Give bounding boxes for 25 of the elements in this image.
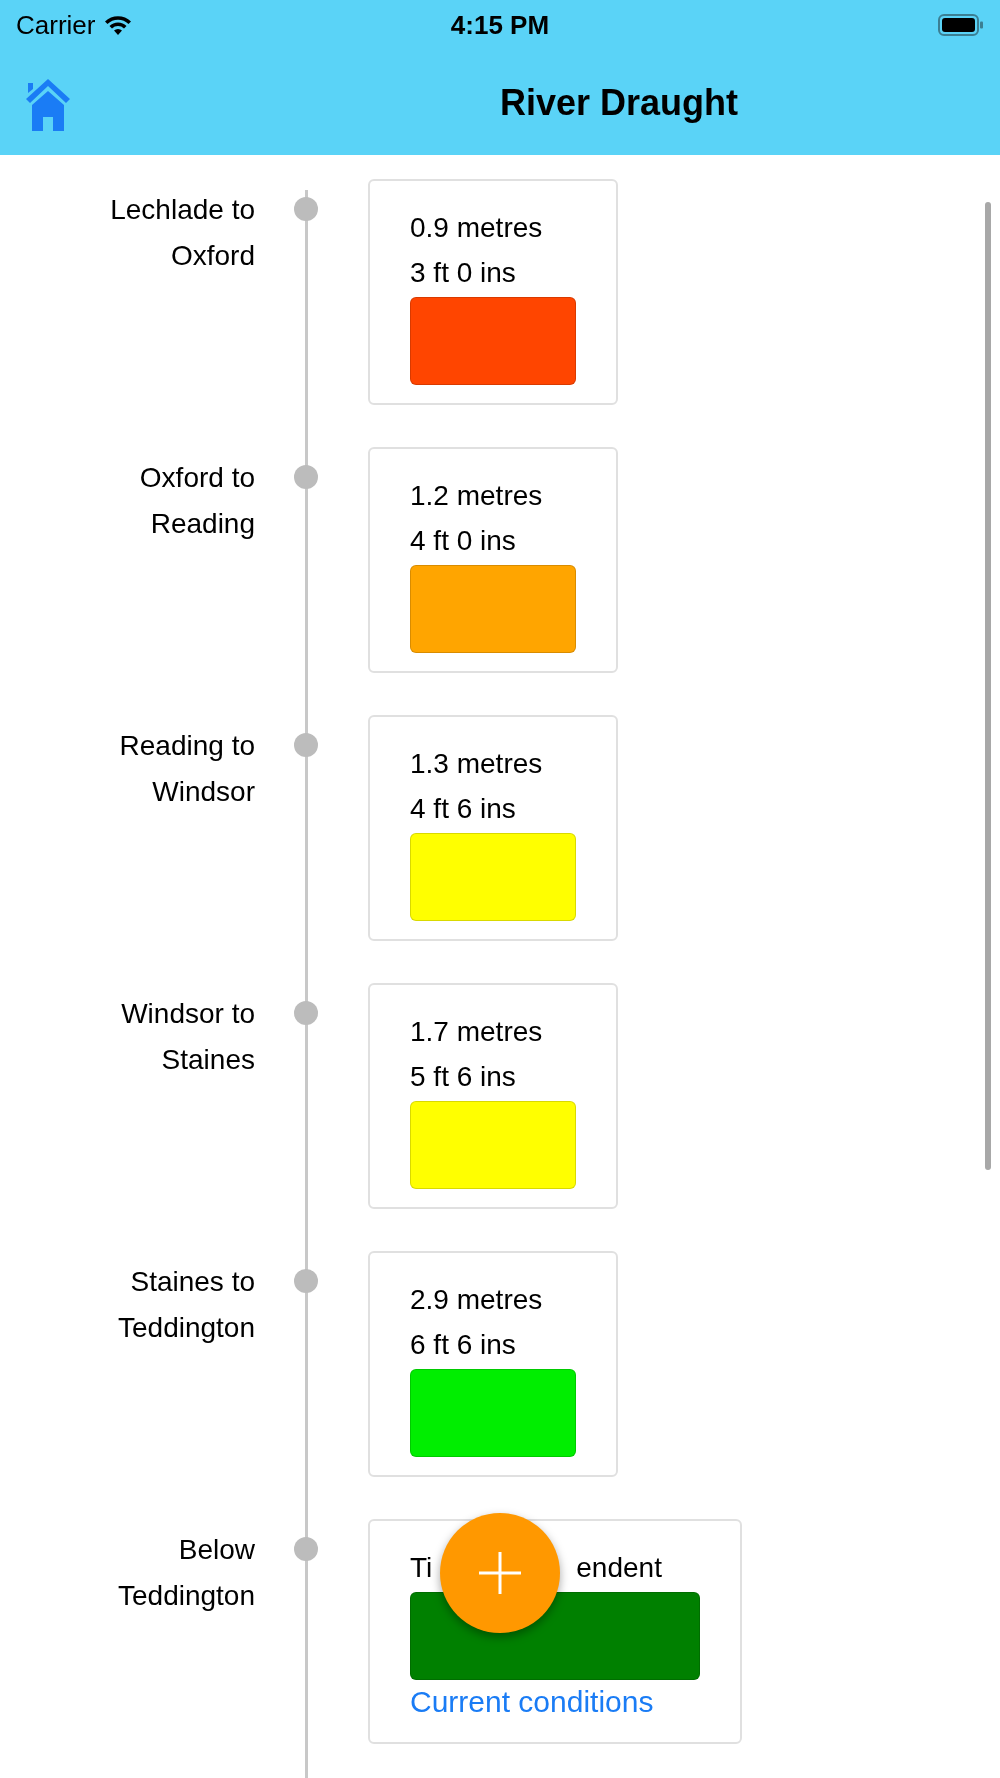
depth-text: 5 ft 6 ins [410,1060,516,1094]
wifi-icon [103,13,134,37]
tidal-text: Ti [410,1551,433,1585]
depth-text: 6 ft 6 ins [410,1328,516,1362]
depth-text: 1.2 metres [410,479,543,513]
section-label: Staines to Teddington [117,1265,255,1345]
battery-icon [938,13,984,37]
section-label: Oxford to Reading [138,461,255,541]
depth-text: 0.9 metres [410,211,543,245]
status-time: 4:15 PM [450,9,550,41]
depth-text: 1.3 metres [410,747,543,781]
depth-text: 1.7 metres [410,1015,543,1049]
section-label: Reading to Windsor [118,729,255,809]
depth-text: 2.9 metres [410,1283,543,1317]
carrier-label: Carrier [16,9,96,41]
tidal-text: endent [576,1551,662,1585]
depth-text: 4 ft 6 ins [410,792,516,826]
section-label: Below Teddington [117,1533,255,1613]
plus-icon [478,1551,522,1595]
current-conditions-link[interactable]: Current conditions [410,1680,700,1724]
depth-text: 3 ft 0 ins [410,256,516,290]
section-label: Lechlade to Oxford [109,193,255,273]
section-label: Windsor to Staines [120,997,255,1077]
depth-text: 4 ft 0 ins [410,524,516,558]
nav-title: River Draught [500,81,739,124]
